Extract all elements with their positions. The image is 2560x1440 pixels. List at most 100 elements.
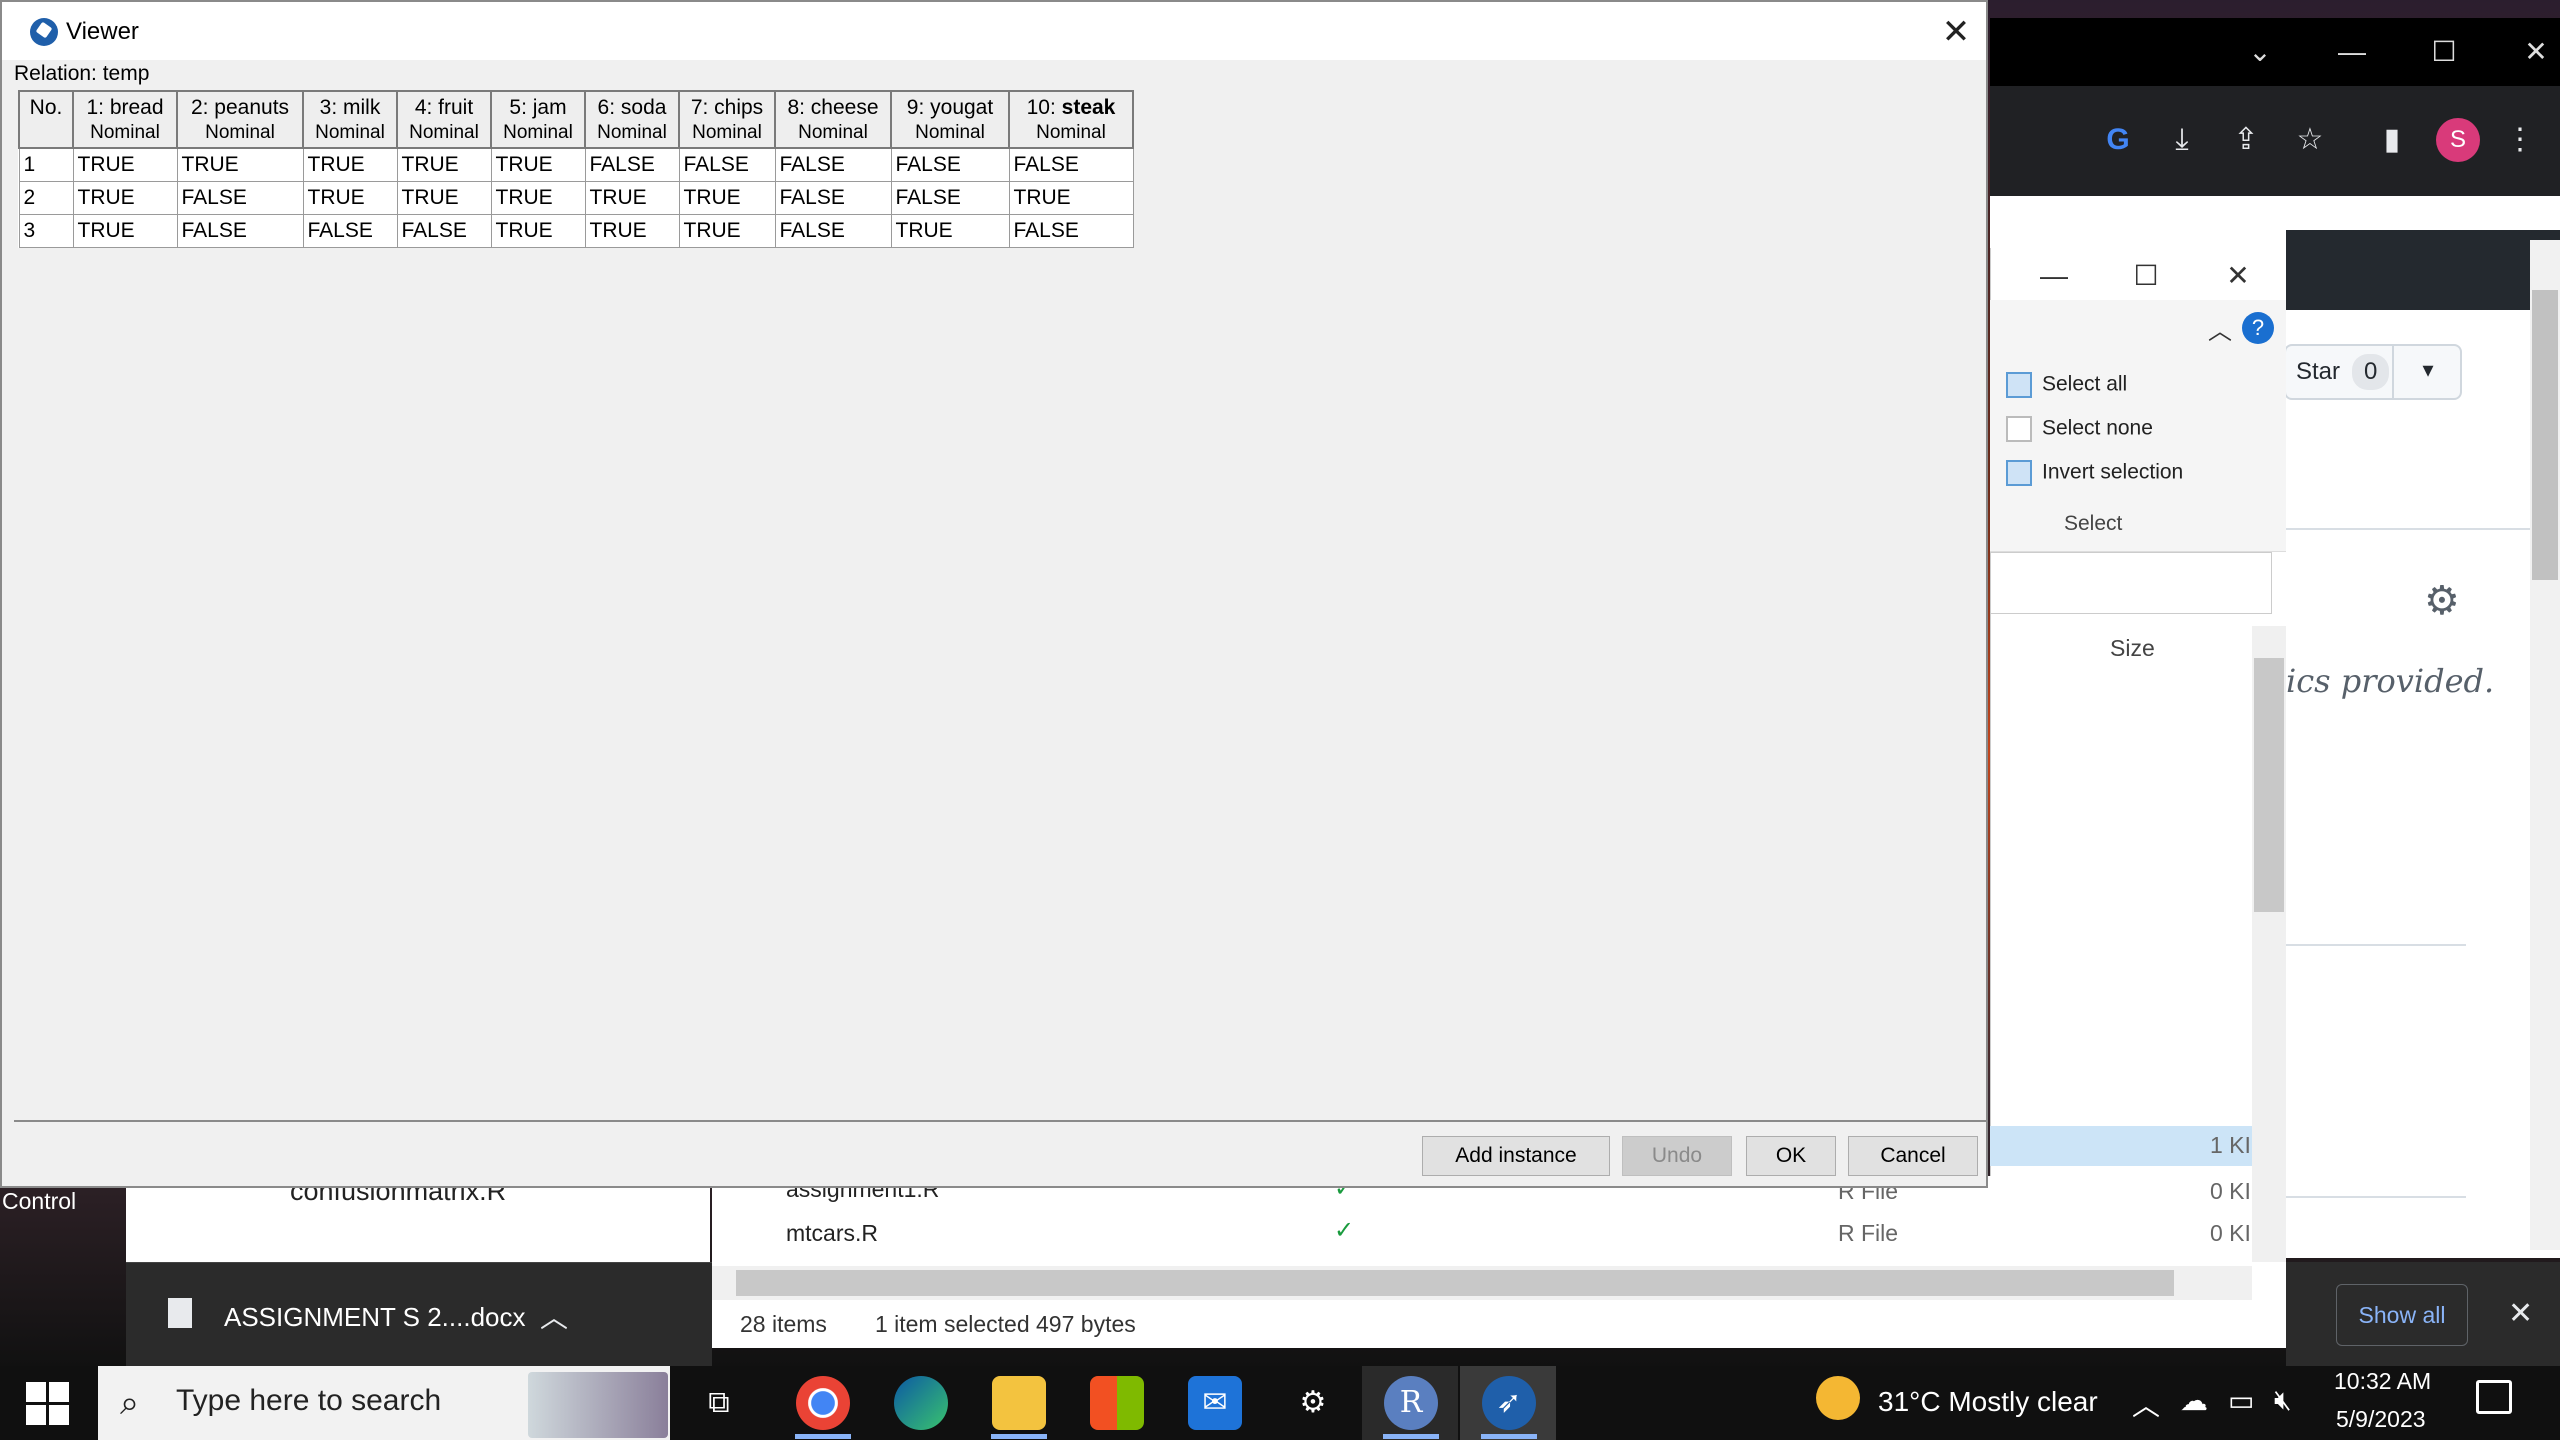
weka-bird-icon[interactable]: ➶	[1482, 1376, 1536, 1430]
windows-start-icon[interactable]	[26, 1382, 70, 1426]
table-cell[interactable]: TRUE	[72, 181, 178, 215]
table-cell[interactable]: TRUE	[396, 181, 492, 215]
table-cell[interactable]: FALSE	[1008, 214, 1134, 248]
table-cell[interactable]: TRUE	[72, 214, 178, 248]
network-icon[interactable]: ☁	[2180, 1384, 2208, 1417]
table-cell[interactable]: FALSE	[176, 181, 304, 215]
table-cell[interactable]: TRUE	[1008, 181, 1134, 215]
ok-button[interactable]: OK	[1746, 1136, 1836, 1176]
mail-icon[interactable]: ✉	[1188, 1376, 1242, 1430]
profile-avatar[interactable]: S	[2436, 118, 2480, 162]
chrome-menu-icon[interactable]: ⋮	[2500, 120, 2540, 160]
table-cell[interactable]: FALSE	[890, 147, 1010, 182]
bookmark-star-icon[interactable]: ☆	[2290, 120, 2330, 160]
maximize-icon[interactable]: ☐	[2424, 32, 2464, 72]
table-cell[interactable]: FALSE	[890, 181, 1010, 215]
clock-time[interactable]: 10:32 AM	[2334, 1368, 2431, 1395]
table-cell[interactable]: TRUE	[584, 214, 680, 248]
explorer-horizontal-thumb[interactable]	[736, 1270, 2174, 1296]
explorer-scroll-thumb[interactable]	[2254, 658, 2284, 912]
minimize-icon[interactable]: —	[2332, 32, 2372, 72]
weather-text[interactable]: 31°C Mostly clear	[1878, 1386, 2098, 1418]
side-panel-icon[interactable]: ▮	[2372, 120, 2412, 160]
column-header-no[interactable]: No.	[18, 90, 74, 149]
table-cell[interactable]: FALSE	[302, 214, 398, 248]
chevron-up-icon[interactable]: ︿	[540, 1296, 568, 1336]
close-icon[interactable]: ✕	[1934, 10, 1978, 54]
gear-icon[interactable]: ⚙	[2424, 578, 2460, 624]
table-cell[interactable]: TRUE	[302, 181, 398, 215]
table-row[interactable]: 3 TRUE FALSE FALSE FALSE TRUE TRUE TRUE FALSE TRU…	[18, 214, 1134, 248]
table-cell[interactable]: FALSE	[774, 214, 892, 248]
close-icon[interactable]: ✕	[2508, 1296, 2533, 1331]
explorer-close-icon[interactable]: ✕	[2218, 256, 2258, 296]
notification-icon[interactable]	[2476, 1380, 2512, 1414]
ribbon-collapse-icon[interactable]: ︿	[2200, 312, 2240, 352]
table-cell[interactable]: FALSE	[774, 181, 892, 215]
store-icon[interactable]	[1090, 1376, 1144, 1430]
task-view-icon[interactable]: ⧉	[692, 1376, 746, 1430]
undo-button[interactable]: Undo	[1622, 1136, 1732, 1176]
tab-search-icon[interactable]: ⌄	[2240, 32, 2280, 72]
add-instance-button[interactable]: Add instance	[1422, 1136, 1610, 1176]
battery-icon[interactable]: ▭	[2228, 1384, 2254, 1417]
volume-muted-icon[interactable]: 🔇︎	[2274, 1384, 2292, 1417]
table-row[interactable]: 2 TRUE FALSE TRUE TRUE TRUE TRUE TRUE FALSE FALSE…	[18, 181, 1134, 215]
table-row[interactable]: 1 TRUE TRUE TRUE TRUE TRUE FALSE FALSE FALSE FALS…	[18, 147, 1134, 182]
column-header[interactable]: 1: bread Nominal	[72, 90, 178, 149]
column-header[interactable]: 2: peanuts Nominal	[176, 90, 304, 149]
column-header[interactable]: 9: yougat Nominal	[890, 90, 1010, 149]
column-header[interactable]: 7: chips Nominal	[678, 90, 776, 149]
file-explorer-icon[interactable]	[992, 1376, 1046, 1430]
table-cell[interactable]: FALSE	[774, 147, 892, 182]
column-header[interactable]: 8: cheese Nominal	[774, 90, 892, 149]
column-header[interactable]: 10: steak Nominal	[1008, 90, 1134, 149]
file-row-name[interactable]: mtcars.R	[786, 1220, 878, 1247]
column-header[interactable]: 6: soda Nominal	[584, 90, 680, 149]
table-cell[interactable]: FALSE	[396, 214, 492, 248]
chevron-up-icon[interactable]: ︿	[2132, 1384, 2160, 1424]
explorer-maximize-icon[interactable]: ☐	[2126, 256, 2166, 296]
table-cell[interactable]: TRUE	[678, 214, 776, 248]
edge-icon[interactable]	[894, 1376, 948, 1430]
table-cell[interactable]: TRUE	[490, 181, 586, 215]
settings-gear-icon[interactable]: ⚙	[1286, 1376, 1340, 1430]
table-cell[interactable]: TRUE	[396, 147, 492, 182]
chrome-icon[interactable]	[796, 1376, 850, 1430]
page-scroll-thumb[interactable]	[2532, 290, 2558, 580]
table-cell[interactable]: FALSE	[584, 147, 680, 182]
column-header[interactable]: 3: milk Nominal	[302, 90, 398, 149]
help-icon[interactable]: ?	[2242, 312, 2274, 344]
explorer-search-input[interactable]	[1990, 552, 2272, 614]
explorer-minimize-icon[interactable]: —	[2034, 256, 2074, 296]
table-cell[interactable]: FALSE	[1008, 147, 1134, 182]
table-cell[interactable]: TRUE	[584, 181, 680, 215]
column-type: Nominal	[915, 122, 985, 143]
r-app-icon[interactable]: R	[1384, 1376, 1438, 1430]
share-icon[interactable]: ⇪	[2226, 120, 2266, 160]
select-none-button[interactable]: Select none	[2006, 416, 2153, 442]
clock-date[interactable]: 5/9/2023	[2336, 1406, 2426, 1433]
table-cell[interactable]: TRUE	[890, 214, 1010, 248]
weather-moon-icon[interactable]	[1816, 1376, 1860, 1420]
select-all-button[interactable]: Select all	[2006, 372, 2127, 398]
install-app-icon[interactable]: ⤓	[2162, 120, 2202, 160]
table-cell[interactable]: TRUE	[302, 147, 398, 182]
table-cell[interactable]: TRUE	[176, 147, 304, 182]
show-all-button[interactable]: Show all	[2336, 1284, 2468, 1346]
download-item[interactable]: ASSIGNMENT S 2....docx	[224, 1302, 526, 1333]
table-cell[interactable]: TRUE	[490, 147, 586, 182]
column-header[interactable]: 5: jam Nominal	[490, 90, 586, 149]
close-icon[interactable]: ✕	[2516, 32, 2556, 72]
star-dropdown-icon[interactable]: ▾	[2392, 344, 2462, 400]
cancel-button[interactable]: Cancel	[1848, 1136, 1978, 1176]
column-header[interactable]: 4: fruit Nominal	[396, 90, 492, 149]
google-icon[interactable]: G	[2098, 120, 2138, 160]
table-cell[interactable]: TRUE	[678, 181, 776, 215]
table-cell[interactable]: TRUE	[490, 214, 586, 248]
table-cell[interactable]: TRUE	[72, 147, 178, 182]
table-cell[interactable]: FALSE	[176, 214, 304, 248]
column-header-size[interactable]: Size	[2110, 635, 2155, 662]
invert-selection-button[interactable]: Invert selection	[2006, 460, 2183, 486]
table-cell[interactable]: FALSE	[678, 147, 776, 182]
